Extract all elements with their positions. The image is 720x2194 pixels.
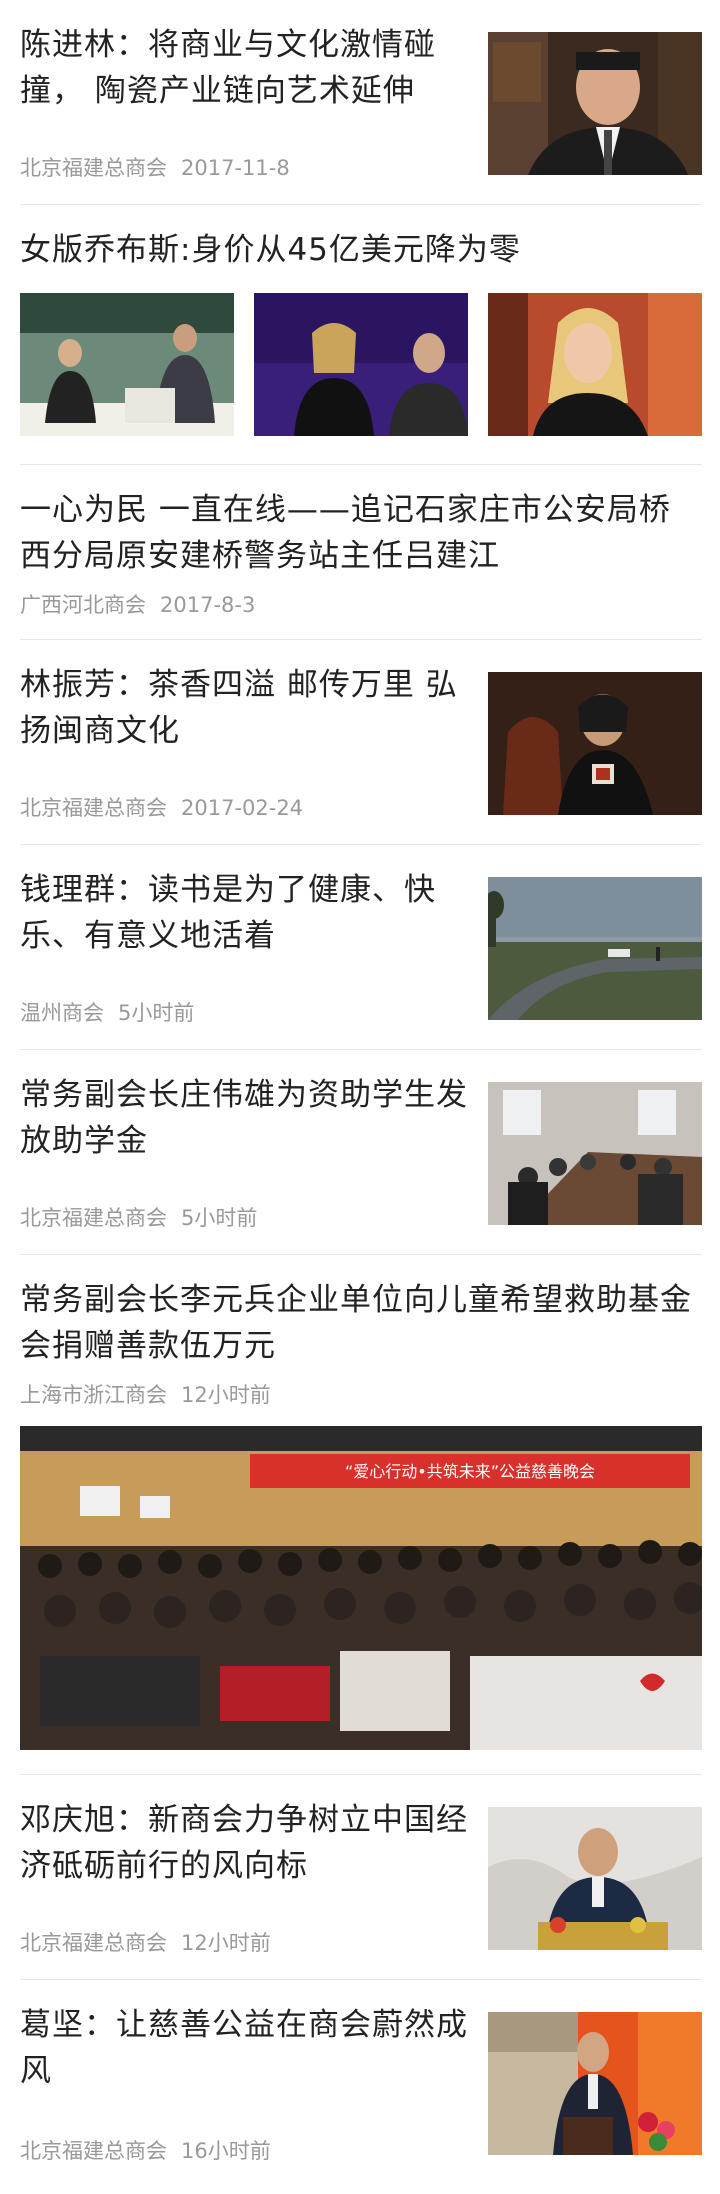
news-item[interactable]: 林振芳：茶香四溢 邮传万里 弘扬闽商文化 北京福建总商会 2017-02-24 [20, 640, 702, 845]
news-meta: 北京福建总商会 12小时前 [20, 1927, 271, 1957]
news-source: 上海市浙江商会 [20, 1383, 167, 1407]
news-source: 温州商会 [20, 1001, 104, 1025]
news-title[interactable]: 常务副会长庄伟雄为资助学生发放助学金 [20, 1072, 470, 1164]
news-meta: 北京福建总商会 16小时前 [20, 2135, 271, 2165]
news-time: 2017-02-24 [181, 796, 304, 820]
news-title[interactable]: 女版乔布斯:身价从45亿美元降为零 [20, 227, 702, 273]
news-source: 北京福建总商会 [20, 2139, 167, 2163]
news-source: 北京福建总商会 [20, 156, 167, 180]
news-meta: 广西河北商会 2017-8-3 [20, 589, 255, 619]
news-thumbnail[interactable] [20, 293, 234, 436]
news-meta: 上海市浙江商会 12小时前 [20, 1379, 271, 1409]
news-item[interactable]: 女版乔布斯:身价从45亿美元降为零 [20, 205, 702, 465]
news-title[interactable]: 陈进林：将商业与文化激情碰撞， 陶瓷产业链向艺术延伸 [20, 22, 470, 114]
news-time: 2017-8-3 [160, 593, 256, 617]
news-time: 12小时前 [181, 1931, 271, 1955]
news-meta: 北京福建总商会 2017-11-8 [20, 152, 290, 182]
news-title[interactable]: 林振芳：茶香四溢 邮传万里 弘扬闽商文化 [20, 662, 470, 754]
news-item[interactable]: 陈进林：将商业与文化激情碰撞， 陶瓷产业链向艺术延伸 北京福建总商会 2017-1… [20, 0, 702, 205]
news-thumbnail[interactable] [254, 293, 468, 436]
news-thumbnail[interactable] [488, 293, 702, 436]
news-thumbnail[interactable] [488, 1082, 702, 1225]
news-title[interactable]: 邓庆旭：新商会力争树立中国经济砥砺前行的风向标 [20, 1797, 470, 1889]
news-source: 北京福建总商会 [20, 1206, 167, 1230]
news-title[interactable]: 常务副会长李元兵企业单位向儿童希望救助基金会捐赠善款伍万元 [20, 1277, 702, 1369]
news-meta: 温州商会 5小时前 [20, 997, 194, 1027]
news-source: 广西河北商会 [20, 593, 146, 617]
news-item[interactable]: 葛坚：让慈善公益在商会蔚然成风 北京福建总商会 16小时前 [20, 1980, 702, 2188]
news-item[interactable]: 钱理群：读书是为了健康、快乐、有意义地活着 温州商会 5小时前 [20, 845, 702, 1050]
news-time: 5小时前 [181, 1206, 258, 1230]
news-image[interactable]: “爱心行动•共筑未来”公益慈善晚会 [20, 1426, 702, 1750]
news-meta: 北京福建总商会 5小时前 [20, 1202, 257, 1232]
news-item[interactable]: 一心为民 一直在线——追记石家庄市公安局桥西分局原安建桥警务站主任吕建江 广西河… [20, 465, 702, 640]
news-thumbnail[interactable] [488, 2012, 702, 2155]
event-banner-text: “爱心行动•共筑未来”公益慈善晚会 [345, 1462, 595, 1481]
news-time: 5小时前 [118, 1001, 195, 1025]
news-title[interactable]: 钱理群：读书是为了健康、快乐、有意义地活着 [20, 867, 470, 959]
news-thumbnail[interactable] [488, 32, 702, 175]
news-time: 12小时前 [181, 1383, 271, 1407]
news-title[interactable]: 葛坚：让慈善公益在商会蔚然成风 [20, 2002, 470, 2094]
news-thumbnail[interactable] [488, 877, 702, 1020]
news-time: 2017-11-8 [181, 156, 290, 180]
news-source: 北京福建总商会 [20, 796, 167, 820]
news-time: 16小时前 [181, 2139, 271, 2163]
news-title[interactable]: 一心为民 一直在线——追记石家庄市公安局桥西分局原安建桥警务站主任吕建江 [20, 487, 702, 579]
news-item[interactable]: 常务副会长庄伟雄为资助学生发放助学金 北京福建总商会 5小时前 [20, 1050, 702, 1255]
news-source: 北京福建总商会 [20, 1931, 167, 1955]
news-thumbnail[interactable] [488, 1807, 702, 1950]
news-meta: 北京福建总商会 2017-02-24 [20, 792, 303, 822]
news-item[interactable]: 常务副会长李元兵企业单位向儿童希望救助基金会捐赠善款伍万元 上海市浙江商会 12小… [20, 1255, 702, 1775]
news-item[interactable]: 邓庆旭：新商会力争树立中国经济砥砺前行的风向标 北京福建总商会 12小时前 [20, 1775, 702, 1980]
news-thumbnail[interactable] [488, 672, 702, 815]
